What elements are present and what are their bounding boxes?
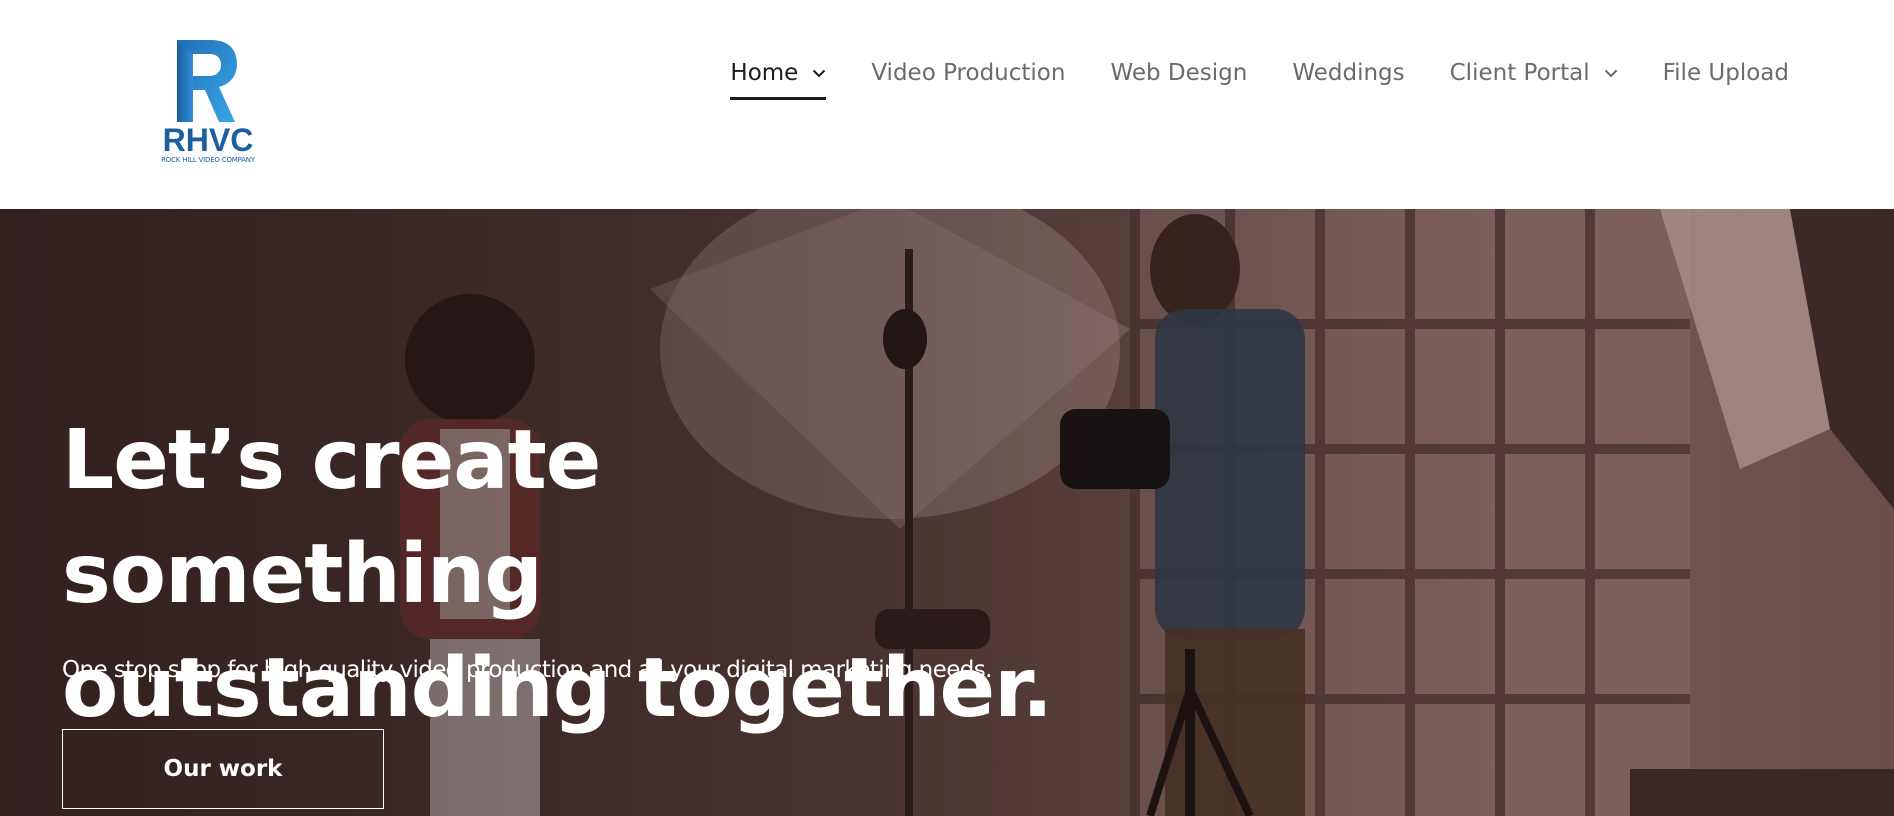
site-logo[interactable]: RHVC ROCK HILL VIDEO COMPANY [154, 40, 262, 170]
main-navigation: Home Video Production Web Design Wedding… [730, 52, 1789, 100]
nav-item-file-upload[interactable]: File Upload [1663, 52, 1789, 94]
nav-item-web-design[interactable]: Web Design [1110, 52, 1247, 94]
chevron-down-icon[interactable] [1604, 69, 1618, 78]
nav-item-label: Web Design [1110, 60, 1248, 86]
logo-wordmark: RHVC [162, 122, 254, 158]
site-header: RHVC ROCK HILL VIDEO COMPANY Home Video … [0, 0, 1894, 209]
nav-item-client-portal[interactable]: Client Portal [1450, 52, 1618, 94]
logo-tagline: ROCK HILL VIDEO COMPANY [161, 156, 255, 164]
nav-item-label: Weddings [1292, 60, 1405, 86]
nav-item-label: Home [730, 60, 799, 86]
nav-item-label: Video Production [871, 60, 1066, 86]
r-monogram-logo-icon [177, 40, 237, 122]
hero-heading: Let’s create something outstanding toget… [62, 404, 1062, 746]
our-work-button[interactable]: Our work [62, 729, 384, 809]
nav-item-home[interactable]: Home [730, 52, 827, 100]
nav-item-label: File Upload [1662, 60, 1789, 86]
hero-heading-line-1: Let’s create something [62, 413, 601, 622]
hero-subtitle: One stop shop for high quality video pro… [62, 657, 992, 683]
nav-item-weddings[interactable]: Weddings [1292, 52, 1404, 94]
hero-section: Let’s create something outstanding toget… [0, 209, 1894, 816]
nav-item-label: Client Portal [1449, 60, 1590, 86]
nav-item-video-production[interactable]: Video Production [871, 52, 1065, 94]
chevron-down-icon[interactable] [812, 69, 826, 78]
